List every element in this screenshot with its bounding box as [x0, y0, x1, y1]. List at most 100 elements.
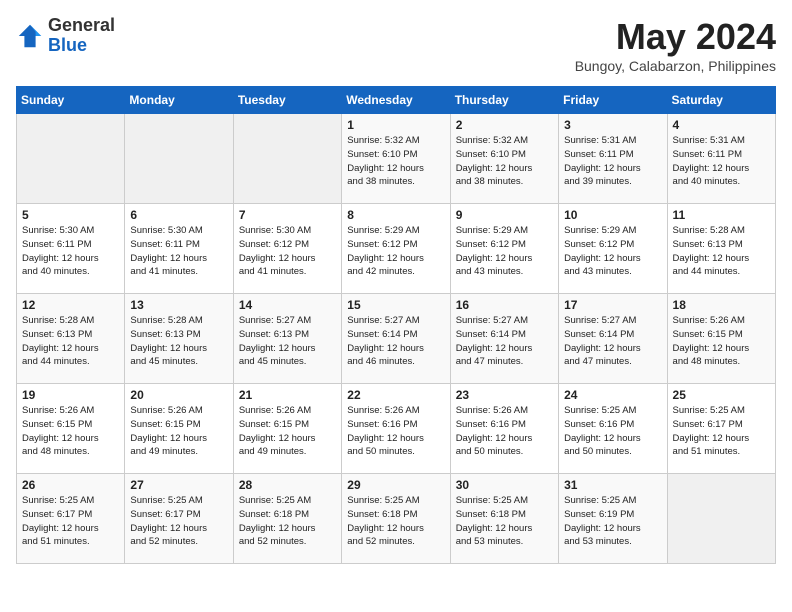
day-info: Sunrise: 5:29 AMSunset: 6:12 PMDaylight:… [564, 224, 661, 279]
calendar-cell: 3 Sunrise: 5:31 AMSunset: 6:11 PMDaylight… [559, 114, 667, 204]
day-number: 31 [564, 478, 661, 492]
day-number: 20 [130, 388, 227, 402]
calendar-cell [667, 474, 775, 564]
day-info: Sunrise: 5:25 AMSunset: 6:18 PMDaylight:… [456, 494, 553, 549]
day-info: Sunrise: 5:27 AMSunset: 6:14 PMDaylight:… [456, 314, 553, 369]
day-number: 21 [239, 388, 336, 402]
calendar-week-row: 12 Sunrise: 5:28 AMSunset: 6:13 PMDayligh… [17, 294, 776, 384]
day-info: Sunrise: 5:26 AMSunset: 6:16 PMDaylight:… [456, 404, 553, 459]
day-number: 27 [130, 478, 227, 492]
day-number: 17 [564, 298, 661, 312]
day-info: Sunrise: 5:27 AMSunset: 6:14 PMDaylight:… [564, 314, 661, 369]
calendar-cell: 23 Sunrise: 5:26 AMSunset: 6:16 PMDayligh… [450, 384, 558, 474]
calendar-cell: 21Sunrise: 5:26 AMSunset: 6:15 PMDayligh… [233, 384, 341, 474]
calendar-week-row: 26 Sunrise: 5:25 AMSunset: 6:17 PMDayligh… [17, 474, 776, 564]
calendar-cell: 9 Sunrise: 5:29 AMSunset: 6:12 PMDaylight… [450, 204, 558, 294]
day-number: 16 [456, 298, 553, 312]
calendar-cell: 4Sunrise: 5:31 AMSunset: 6:11 PMDaylight… [667, 114, 775, 204]
day-number: 30 [456, 478, 553, 492]
calendar-cell: 26 Sunrise: 5:25 AMSunset: 6:17 PMDayligh… [17, 474, 125, 564]
day-info: Sunrise: 5:25 AMSunset: 6:17 PMDaylight:… [130, 494, 227, 549]
calendar-week-row: 1Sunrise: 5:32 AMSunset: 6:10 PMDaylight… [17, 114, 776, 204]
day-number: 22 [347, 388, 444, 402]
day-info: Sunrise: 5:26 AMSunset: 6:15 PMDaylight:… [22, 404, 119, 459]
weekday-header: Thursday [450, 87, 558, 114]
logo-blue-text: Blue [48, 35, 87, 55]
day-info: Sunrise: 5:26 AMSunset: 6:15 PMDaylight:… [130, 404, 227, 459]
calendar-cell: 5 Sunrise: 5:30 AMSunset: 6:11 PMDaylight… [17, 204, 125, 294]
calendar-cell: 14Sunrise: 5:27 AMSunset: 6:13 PMDayligh… [233, 294, 341, 384]
day-info: Sunrise: 5:29 AMSunset: 6:12 PMDaylight:… [347, 224, 444, 279]
day-info: Sunrise: 5:29 AMSunset: 6:12 PMDaylight:… [456, 224, 553, 279]
day-info: Sunrise: 5:25 AMSunset: 6:18 PMDaylight:… [347, 494, 444, 549]
day-number: 29 [347, 478, 444, 492]
calendar-cell: 31 Sunrise: 5:25 AMSunset: 6:19 PMDayligh… [559, 474, 667, 564]
calendar-week-row: 5 Sunrise: 5:30 AMSunset: 6:11 PMDaylight… [17, 204, 776, 294]
calendar-cell: 13 Sunrise: 5:28 AMSunset: 6:13 PMDayligh… [125, 294, 233, 384]
day-number: 11 [673, 208, 770, 222]
calendar-cell: 12 Sunrise: 5:28 AMSunset: 6:13 PMDayligh… [17, 294, 125, 384]
day-number: 9 [456, 208, 553, 222]
day-info: Sunrise: 5:25 AMSunset: 6:18 PMDaylight:… [239, 494, 336, 549]
calendar-cell [233, 114, 341, 204]
day-number: 25 [673, 388, 770, 402]
calendar-cell: 22Sunrise: 5:26 AMSunset: 6:16 PMDayligh… [342, 384, 450, 474]
day-number: 5 [22, 208, 119, 222]
day-number: 13 [130, 298, 227, 312]
calendar-cell: 19Sunrise: 5:26 AMSunset: 6:15 PMDayligh… [17, 384, 125, 474]
calendar-cell: 18Sunrise: 5:26 AMSunset: 6:15 PMDayligh… [667, 294, 775, 384]
calendar-cell: 8 Sunrise: 5:29 AMSunset: 6:12 PMDaylight… [342, 204, 450, 294]
calendar-cell: 2Sunrise: 5:32 AMSunset: 6:10 PMDaylight… [450, 114, 558, 204]
day-info: Sunrise: 5:32 AMSunset: 6:10 PMDaylight:… [347, 134, 444, 189]
calendar-table: SundayMondayTuesdayWednesdayThursdayFrid… [16, 86, 776, 564]
calendar-cell: 24Sunrise: 5:25 AMSunset: 6:16 PMDayligh… [559, 384, 667, 474]
page-header: General Blue May 2024 Bungoy, Calabarzon… [16, 16, 776, 74]
calendar-cell [125, 114, 233, 204]
day-info: Sunrise: 5:25 AMSunset: 6:17 PMDaylight:… [673, 404, 770, 459]
day-number: 3 [564, 118, 661, 132]
calendar-cell: 7 Sunrise: 5:30 AMSunset: 6:12 PMDaylight… [233, 204, 341, 294]
day-number: 24 [564, 388, 661, 402]
day-info: Sunrise: 5:31 AMSunset: 6:11 PMDaylight:… [673, 134, 770, 189]
day-number: 26 [22, 478, 119, 492]
day-number: 15 [347, 298, 444, 312]
logo-icon [16, 22, 44, 50]
day-info: Sunrise: 5:30 AMSunset: 6:11 PMDaylight:… [130, 224, 227, 279]
logo-general-text: General [48, 15, 115, 35]
day-info: Sunrise: 5:28 AMSunset: 6:13 PMDaylight:… [130, 314, 227, 369]
day-info: Sunrise: 5:25 AMSunset: 6:19 PMDaylight:… [564, 494, 661, 549]
calendar-cell: 25 Sunrise: 5:25 AMSunset: 6:17 PMDayligh… [667, 384, 775, 474]
day-info: Sunrise: 5:31 AMSunset: 6:11 PMDaylight:… [564, 134, 661, 189]
day-info: Sunrise: 5:27 AMSunset: 6:13 PMDaylight:… [239, 314, 336, 369]
calendar-cell: 17 Sunrise: 5:27 AMSunset: 6:14 PMDayligh… [559, 294, 667, 384]
calendar-cell: 30 Sunrise: 5:25 AMSunset: 6:18 PMDayligh… [450, 474, 558, 564]
day-number: 12 [22, 298, 119, 312]
weekday-header: Monday [125, 87, 233, 114]
day-info: Sunrise: 5:28 AMSunset: 6:13 PMDaylight:… [22, 314, 119, 369]
location-subtitle: Bungoy, Calabarzon, Philippines [575, 58, 776, 74]
day-info: Sunrise: 5:25 AMSunset: 6:17 PMDaylight:… [22, 494, 119, 549]
calendar-cell: 20 Sunrise: 5:26 AMSunset: 6:15 PMDayligh… [125, 384, 233, 474]
weekday-header: Tuesday [233, 87, 341, 114]
day-info: Sunrise: 5:26 AMSunset: 6:15 PMDaylight:… [673, 314, 770, 369]
day-number: 28 [239, 478, 336, 492]
calendar-cell: 16 Sunrise: 5:27 AMSunset: 6:14 PMDayligh… [450, 294, 558, 384]
month-title: May 2024 [575, 16, 776, 58]
calendar-cell: 28 Sunrise: 5:25 AMSunset: 6:18 PMDayligh… [233, 474, 341, 564]
weekday-header: Sunday [17, 87, 125, 114]
day-number: 23 [456, 388, 553, 402]
logo: General Blue [16, 16, 115, 56]
calendar-cell: 27 Sunrise: 5:25 AMSunset: 6:17 PMDayligh… [125, 474, 233, 564]
day-number: 2 [456, 118, 553, 132]
calendar-week-row: 19Sunrise: 5:26 AMSunset: 6:15 PMDayligh… [17, 384, 776, 474]
day-number: 6 [130, 208, 227, 222]
day-info: Sunrise: 5:28 AMSunset: 6:13 PMDaylight:… [673, 224, 770, 279]
calendar-cell: 29 Sunrise: 5:25 AMSunset: 6:18 PMDayligh… [342, 474, 450, 564]
day-number: 7 [239, 208, 336, 222]
day-number: 8 [347, 208, 444, 222]
weekday-header: Saturday [667, 87, 775, 114]
calendar-cell: 11 Sunrise: 5:28 AMSunset: 6:13 PMDayligh… [667, 204, 775, 294]
day-info: Sunrise: 5:30 AMSunset: 6:11 PMDaylight:… [22, 224, 119, 279]
day-info: Sunrise: 5:30 AMSunset: 6:12 PMDaylight:… [239, 224, 336, 279]
calendar-cell [17, 114, 125, 204]
